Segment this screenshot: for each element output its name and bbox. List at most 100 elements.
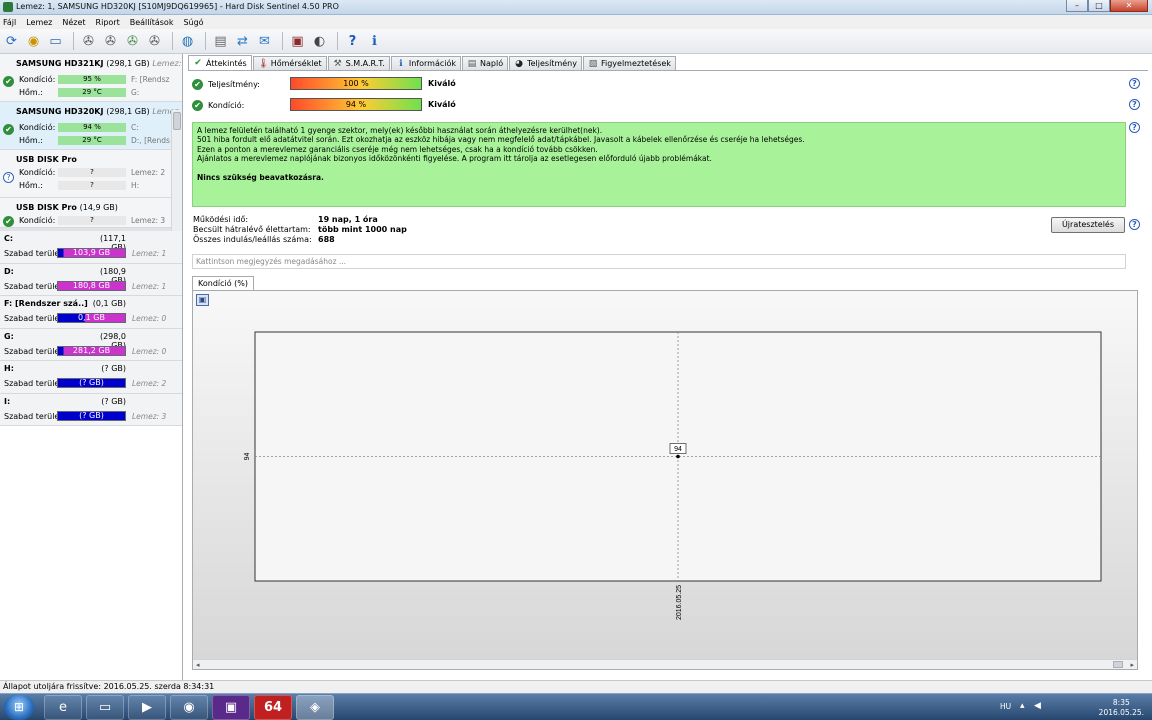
tab-information[interactable]: ℹ Információk <box>390 56 461 70</box>
window-controls: – □ ✕ <box>1066 0 1148 13</box>
help-icon[interactable]: ? <box>1129 219 1140 230</box>
free-space-bar: (? GB) <box>57 378 126 388</box>
title-bar: Lemez: 1, SAMSUNG HD320KJ [S10MJ9DQ61996… <box>0 0 1152 15</box>
volume-item[interactable]: C: (117,1 GB) Szabad terület 103,9 GB Le… <box>0 231 182 264</box>
alert-document-icon: ▧ <box>588 58 598 69</box>
free-space-label: Szabad terület <box>4 411 63 421</box>
taskbar: ⊞ e ▭ ▶ ◉ ▣ 64 ◈ HU ▴ ◀ 8:35 2016.05.25. <box>0 693 1152 720</box>
volume-item[interactable]: D: (180,9 GB) Szabad terület 180,8 GB Le… <box>0 263 182 296</box>
tab-overview[interactable]: ✔ Áttekintés <box>188 55 252 70</box>
configure-icon[interactable]: ▣ <box>288 32 307 51</box>
tab-log[interactable]: ▤ Napló <box>462 56 509 70</box>
horizontal-scrollbar[interactable]: ◂ ▸ <box>193 659 1137 669</box>
ok-status-icon: ✔ <box>3 124 14 135</box>
condition-bar: ? <box>58 216 126 225</box>
windows-start-icon[interactable]: ⊞ <box>4 695 34 720</box>
help-icon[interactable]: ? <box>343 32 362 51</box>
satellite-icon[interactable]: ✇ <box>79 32 98 51</box>
chrome-icon[interactable]: ◉ <box>170 695 208 720</box>
scroll-left-icon[interactable]: ◂ <box>196 661 200 669</box>
tab-condition-chart[interactable]: Kondíció (%) <box>192 276 255 290</box>
show-hidden-icons-icon[interactable]: ▴ <box>1020 701 1025 711</box>
maximize-button[interactable]: □ <box>1088 0 1110 12</box>
clock[interactable]: 8:35 2016.05.25. <box>1099 698 1144 718</box>
report-send-icon[interactable]: ⇄ <box>233 32 252 51</box>
close-button[interactable]: ✕ <box>1110 0 1148 12</box>
volume-size: (0,1 GB) <box>92 299 126 308</box>
disk-item[interactable]: USB DISK Pro ? Kondíció: ? Lemez: 2 Hőm.… <box>0 150 182 198</box>
satellite-icon[interactable]: ✇ <box>101 32 120 51</box>
satellite-icon[interactable]: ✇ <box>123 32 142 51</box>
volume-name: F: [Rendszer szá..] <box>4 299 88 308</box>
uptime-label: Működési idő: <box>193 215 249 224</box>
hard-disk-sentinel-icon[interactable]: ◈ <box>296 695 334 720</box>
help-icon[interactable]: ? <box>1129 122 1140 133</box>
note-input[interactable]: Kattintson megjegyzés megadásához ... <box>192 254 1126 269</box>
free-space-label: Szabad terület <box>4 379 63 388</box>
temperature-label: Hőm.: <box>19 88 43 97</box>
volume-item[interactable]: G: (298,0 GB) Szabad terület 281,2 GB Le… <box>0 328 182 361</box>
retest-button[interactable]: Újratesztelés <box>1051 217 1125 233</box>
window-title: Lemez: 1, SAMSUNG HD320KJ [S10MJ9DQ61996… <box>16 2 339 11</box>
message-line: A lemez felületén található 1 gyenge sze… <box>197 126 603 135</box>
disk-item-selected[interactable]: SAMSUNG HD320KJ (298,1 GB) Lemez: 1 ✔ Ko… <box>0 102 182 150</box>
volume-name: C: <box>4 234 14 243</box>
free-space-bar: (? GB) <box>57 410 126 421</box>
menu-file[interactable]: Fájl <box>3 18 16 27</box>
menu-view[interactable]: Nézet <box>62 18 85 27</box>
globe-icon[interactable]: ◍ <box>178 32 197 51</box>
temperature-bar: 29 °C <box>58 136 126 145</box>
menu-disk[interactable]: Lemez <box>26 18 52 27</box>
volume-item[interactable]: H: (? GB) Szabad terület (? GB) Lemez: 2 <box>0 361 182 394</box>
tab-temperature[interactable]: 🌡 Hőmérséklet <box>252 56 327 70</box>
tab-bar: ✔ Áttekintés 🌡 Hőmérséklet ⚒ S.M.A.R.T. ℹ In… <box>188 55 677 70</box>
minimize-button[interactable]: – <box>1066 0 1088 12</box>
volume-item[interactable]: F: [Rendszer szá..] (0,1 GB) Szabad terü… <box>0 296 182 329</box>
performance-label: Teljesítmény: <box>208 79 260 89</box>
volume-size: (? GB) <box>101 364 126 373</box>
disk-item[interactable]: USB DISK Pro (14,9 GB) Kondíció: ? Lemez… <box>0 198 182 228</box>
sound-icon[interactable]: ◐ <box>310 32 329 51</box>
aida64-icon[interactable]: 64 <box>254 695 292 720</box>
file-explorer-icon[interactable]: ▭ <box>86 695 124 720</box>
language-indicator[interactable]: HU <box>1000 702 1011 711</box>
tab-performance[interactable]: ◕ Teljesítmény <box>509 56 582 70</box>
disk-info-icon[interactable]: ▭ <box>46 32 65 51</box>
thermometer-icon: 🌡 <box>257 58 270 69</box>
report-mail-icon[interactable]: ✉ <box>255 32 274 51</box>
tab-alerts[interactable]: ▧ Figyelmeztetések <box>582 56 676 70</box>
satellite-icon[interactable]: ✇ <box>145 32 164 51</box>
volume-icon[interactable]: ◀ <box>1034 701 1041 711</box>
menu-help[interactable]: Súgó <box>183 18 203 27</box>
volume-disk: Lemez: 1 <box>132 281 167 291</box>
scrollbar-thumb[interactable] <box>173 112 181 130</box>
disk-check-icon[interactable]: ◉ <box>24 32 43 51</box>
tab-underline <box>188 70 1148 71</box>
scroll-right-icon[interactable]: ▸ <box>1130 661 1134 669</box>
volume-name: H: <box>4 364 14 373</box>
uptime-value: 19 nap, 1 óra <box>318 215 378 224</box>
disk-item[interactable]: SAMSUNG HD321KJ (298,1 GB) Lemez: 0 ✔ Ko… <box>0 54 182 102</box>
ok-status-icon: ✔ <box>192 78 203 90</box>
menu-settings[interactable]: Beállítások <box>130 18 174 27</box>
disk-partitions: F: [Rendsz <box>131 75 170 84</box>
media-player-icon[interactable]: ▶ <box>128 695 166 720</box>
internet-explorer-icon[interactable]: e <box>44 695 82 720</box>
disk-number: Lemez: 3 <box>131 216 166 225</box>
help-icon[interactable]: ? <box>1129 78 1140 89</box>
menu-report[interactable]: Riport <box>96 18 120 27</box>
info-icon[interactable]: ℹ <box>365 32 384 51</box>
scrollbar-thumb[interactable] <box>1113 661 1123 668</box>
cpu-z-icon[interactable]: ▣ <box>212 695 250 720</box>
free-space-bar: 180,8 GB <box>57 280 126 291</box>
tab-smart[interactable]: ⚒ S.M.A.R.T. <box>327 56 390 70</box>
chart-panel: ▣ 94 2016.05.25 94 ◂ ▸ <box>192 290 1138 670</box>
free-space-bar: 281,2 GB <box>57 345 126 356</box>
refresh-icon[interactable]: ⟳ <box>2 32 21 51</box>
stats-block: Működési idő: 19 nap, 1 óra Becsült hátra… <box>193 215 407 245</box>
condition-label: Kondíció: <box>208 100 245 110</box>
report-icon[interactable]: ▤ <box>211 32 230 51</box>
volume-disk: Lemez: 0 <box>132 346 167 356</box>
volume-item[interactable]: I: (? GB) Szabad terület (? GB) Lemez: 3 <box>0 393 182 426</box>
help-icon[interactable]: ? <box>1129 99 1140 110</box>
